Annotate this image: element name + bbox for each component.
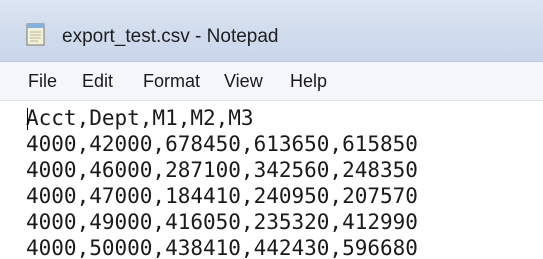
menu-view[interactable]: View — [224, 71, 263, 91]
window-title: export_test.csv - Notepad — [62, 26, 279, 47]
editor-line: 4000,47000,184410,240950,207570 — [26, 184, 418, 208]
editor-line: 4000,46000,287100,342560,248350 — [26, 158, 418, 182]
menu-format[interactable]: Format — [143, 71, 200, 91]
notepad-window: export_test.csv - Notepad File Edit Form… — [0, 0, 543, 259]
notepad-icon — [26, 23, 45, 46]
menu-file[interactable]: File — [28, 71, 57, 91]
title-bar[interactable]: export_test.csv - Notepad — [0, 0, 543, 62]
text-caret — [27, 108, 28, 130]
editor-line: 4000,50000,438410,442430,596680 — [26, 236, 418, 259]
editor-line: Acct,Dept,M1,M2,M3 — [26, 106, 254, 130]
menu-help[interactable]: Help — [290, 71, 327, 91]
editor-text[interactable]: Acct,Dept,M1,M2,M3 4000,42000,678450,613… — [26, 105, 418, 259]
editor-line: 4000,42000,678450,613650,615850 — [26, 132, 418, 156]
text-editor[interactable]: Acct,Dept,M1,M2,M3 4000,42000,678450,613… — [0, 101, 543, 259]
menu-edit[interactable]: Edit — [82, 71, 113, 91]
editor-line: 4000,49000,416050,235320,412990 — [26, 210, 418, 234]
menu-bar: File Edit Format View Help — [0, 62, 543, 101]
